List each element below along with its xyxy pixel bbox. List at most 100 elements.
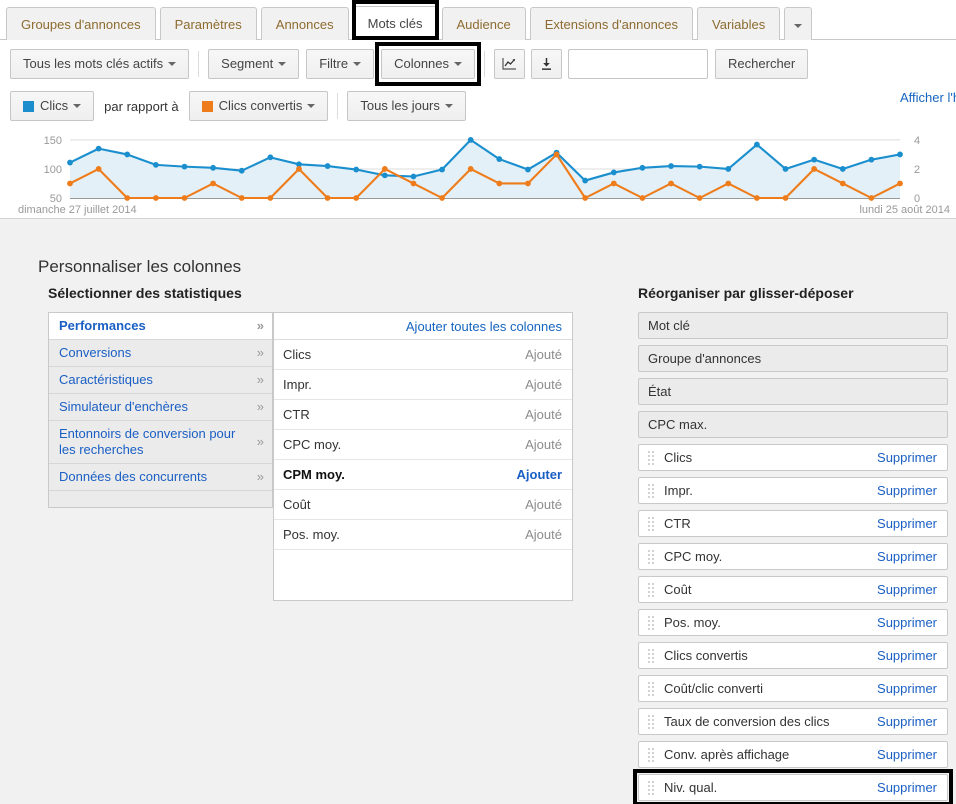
selected-column-label: Clics convertis <box>664 648 748 663</box>
remove-column-link[interactable]: Supprimer <box>877 714 937 729</box>
statistic-row[interactable]: CTR Ajouté <box>274 400 572 430</box>
remove-column-link[interactable]: Supprimer <box>877 780 937 795</box>
category-item[interactable]: Entonnoirs de conversion pour les recher… <box>49 421 272 464</box>
primary-toolbar: Tous les mots clés actifs Segment Filtre… <box>0 41 956 86</box>
search-input[interactable] <box>568 48 709 79</box>
remove-column-link[interactable]: Supprimer <box>877 450 937 465</box>
selected-column-item[interactable]: Conv. après affichage Supprimer <box>638 741 948 768</box>
secondary-metric-button[interactable]: Clics convertis <box>188 91 329 121</box>
selected-column-item[interactable]: CPC moy. Supprimer <box>638 543 948 570</box>
granularity-button[interactable]: Tous les jours <box>347 91 466 121</box>
category-list-spacer <box>49 491 272 507</box>
drag-handle-icon[interactable] <box>648 781 655 795</box>
remove-column-link[interactable]: Supprimer <box>877 681 937 696</box>
drag-handle-icon[interactable] <box>648 451 655 465</box>
add-all-columns-row: Ajouter toutes les colonnes <box>274 313 572 340</box>
toolbar-divider <box>198 50 200 77</box>
tab-list: Groupes d'annonces Paramètres Annonces Mots… <box>0 0 956 40</box>
fixed-column-label: Groupe d'annonces <box>648 351 762 366</box>
statistic-row[interactable]: Impr. Ajouté <box>274 370 572 400</box>
tab-2[interactable]: Annonces <box>260 7 349 40</box>
chevron-down-icon <box>278 61 287 66</box>
selected-columns-list: Mot clé Groupe d'annonces État CPC max. Clic… <box>638 312 948 804</box>
tab-label: Groupes d'annonces <box>21 17 141 32</box>
category-label: Performances <box>59 318 146 333</box>
chevron-right-icon: » <box>256 399 264 414</box>
svg-text:4: 4 <box>914 135 920 147</box>
drag-handle-icon[interactable] <box>648 715 655 729</box>
drag-handle-icon[interactable] <box>648 682 655 696</box>
tab-0[interactable]: Groupes d'annonces <box>6 7 156 40</box>
category-label: Simulateur d'enchères <box>59 399 188 414</box>
search-button[interactable]: Rechercher <box>715 48 809 79</box>
segment-label: Segment <box>221 55 274 71</box>
category-label: Données des concurrents <box>59 469 208 484</box>
drag-handle-icon[interactable] <box>648 550 655 564</box>
chevron-down-icon <box>353 61 362 66</box>
tab-label: Mots clés <box>367 16 423 31</box>
show-history-link[interactable]: Afficher l'historique <box>900 90 956 105</box>
category-item[interactable]: Performances » <box>49 313 272 340</box>
statistic-row[interactable]: Coût Ajouté <box>274 490 572 520</box>
drag-handle-icon[interactable] <box>648 748 655 762</box>
select-stats-heading: Sélectionner des statistiques <box>48 285 242 301</box>
fixed-column-item: Mot clé <box>638 312 948 339</box>
selected-column-item[interactable]: Coût Supprimer <box>638 576 948 603</box>
remove-column-link[interactable]: Supprimer <box>877 648 937 663</box>
selected-column-item[interactable]: Clics Supprimer <box>638 444 948 471</box>
remove-column-link[interactable]: Supprimer <box>877 747 937 762</box>
statistic-label: Coût <box>283 497 311 512</box>
tab-label: Annonces <box>275 17 334 32</box>
remove-column-link[interactable]: Supprimer <box>877 582 937 597</box>
statistic-added-state: Ajouté <box>525 437 562 452</box>
search-button-label: Rechercher <box>728 55 796 71</box>
drag-handle-icon[interactable] <box>648 484 655 498</box>
selected-column-item[interactable]: Impr. Supprimer <box>638 477 948 504</box>
drag-handle-icon[interactable] <box>648 649 655 663</box>
selected-column-item[interactable]: Taux de conversion des clics Supprimer <box>638 708 948 735</box>
tab-1[interactable]: Paramètres <box>159 7 257 40</box>
segment-button[interactable]: Segment <box>208 48 300 79</box>
category-item[interactable]: Simulateur d'enchères » <box>49 394 272 421</box>
tab-5[interactable]: Extensions d'annonces <box>529 7 694 40</box>
tab-4[interactable]: Audience <box>441 7 526 40</box>
statistic-row[interactable]: Pos. moy. Ajouté <box>274 520 572 550</box>
tab-3[interactable]: Mots clés <box>352 6 438 40</box>
toggle-chart-button[interactable] <box>494 48 526 79</box>
statistic-label: CPC moy. <box>283 437 342 452</box>
selected-column-item[interactable]: Clics convertis Supprimer <box>638 642 948 669</box>
selected-column-item[interactable]: Pos. moy. Supprimer <box>638 609 948 636</box>
statistic-added-state: Ajouté <box>525 527 562 542</box>
add-all-columns-link[interactable]: Ajouter toutes les colonnes <box>406 319 562 334</box>
selected-column-item[interactable]: Coût/clic converti Supprimer <box>638 675 948 702</box>
statistic-add-link[interactable]: Ajouter <box>517 467 563 482</box>
panel-title: Personnaliser les colonnes <box>38 257 242 276</box>
category-item[interactable]: Données des concurrents » <box>49 464 272 491</box>
columns-button[interactable]: Colonnes <box>381 48 476 79</box>
statistic-row[interactable]: Clics Ajouté <box>274 340 572 370</box>
selected-column-item[interactable]: Niv. qual. Supprimer <box>638 774 948 801</box>
category-item[interactable]: Conversions » <box>49 340 272 367</box>
download-button[interactable] <box>531 48 563 79</box>
category-item[interactable]: Caractéristiques » <box>49 367 272 394</box>
fixed-column-label: Mot clé <box>648 318 690 333</box>
remove-column-link[interactable]: Supprimer <box>877 483 937 498</box>
keyword-status-filter-button[interactable]: Tous les mots clés actifs <box>10 48 190 79</box>
tab-label: Audience <box>456 17 511 32</box>
selected-column-label: Conv. après affichage <box>664 747 790 762</box>
drag-handle-icon[interactable] <box>648 583 655 597</box>
remove-column-link[interactable]: Supprimer <box>877 615 937 630</box>
tab-overflow-button[interactable] <box>784 7 813 40</box>
chevron-right-icon: » <box>256 372 264 387</box>
filter-button[interactable]: Filtre <box>306 48 375 79</box>
statistic-row[interactable]: CPC moy. Ajouté <box>274 430 572 460</box>
primary-metric-button[interactable]: Clics <box>10 91 95 121</box>
drag-handle-icon[interactable] <box>648 517 655 531</box>
statistic-row[interactable]: CPM moy. Ajouter <box>274 460 572 490</box>
selected-column-label: Coût <box>664 582 692 597</box>
tab-6[interactable]: Variables <box>697 7 781 40</box>
remove-column-link[interactable]: Supprimer <box>877 516 937 531</box>
drag-handle-icon[interactable] <box>648 616 655 630</box>
selected-column-item[interactable]: CTR Supprimer <box>638 510 948 537</box>
remove-column-link[interactable]: Supprimer <box>877 549 937 564</box>
